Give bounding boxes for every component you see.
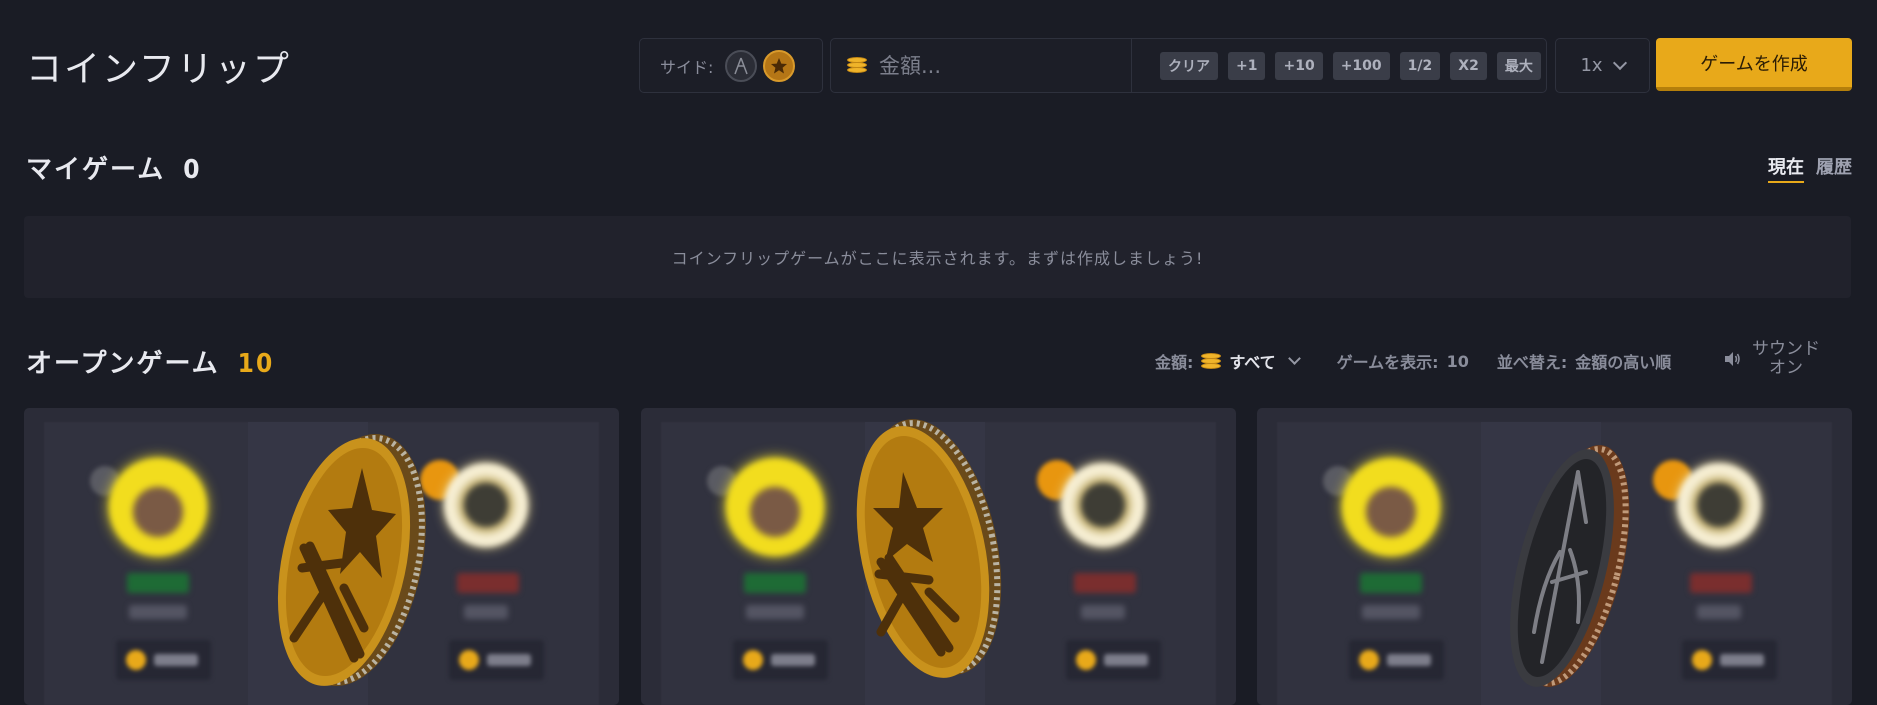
coin-icon [1201, 351, 1222, 371]
lose-chance-badge [457, 573, 519, 593]
half-button[interactable]: 1/2 [1399, 51, 1441, 80]
quick-amount-buttons: クリア +1 +10 +100 1/2 X2 最大 [1132, 51, 1541, 80]
amount-input[interactable] [879, 53, 1109, 78]
my-games-tabs: 現在 履歴 [1768, 153, 1852, 183]
ct-coin-icon [1510, 445, 1630, 687]
my-games-count: 0 [183, 155, 202, 185]
avatar [726, 458, 824, 556]
bet-value [733, 640, 828, 680]
show-games-count: 10 [1446, 351, 1469, 371]
avatar [1342, 458, 1440, 556]
my-games-title: マイゲーム [26, 155, 166, 185]
bet-value [1349, 640, 1444, 680]
avatar [1677, 463, 1761, 547]
plus-10-button[interactable]: +10 [1275, 51, 1323, 80]
side-selector: サイド: [639, 38, 823, 93]
avatar [1061, 463, 1145, 547]
open-games-title: オープンゲーム [26, 349, 220, 379]
win-chance-badge [744, 573, 806, 593]
plus-1-button[interactable]: +1 [1228, 51, 1266, 80]
avatar [109, 458, 207, 556]
lose-chance-badge [1074, 573, 1136, 593]
ct-side-icon[interactable] [725, 49, 758, 82]
my-games-empty-panel: コインフリップゲームがここに表示されます。まずは作成しましょう! [24, 216, 1851, 298]
amount-panel: クリア +1 +10 +100 1/2 X2 最大 [830, 38, 1547, 93]
open-games-filters: 金額: すべて ゲームを表示: 10 並べ替え: 金額の高い順 [1155, 349, 1671, 373]
player-name [1697, 605, 1741, 619]
page-title: コインフリップ [26, 49, 291, 90]
my-games-heading: マイゲーム 0 [26, 149, 202, 186]
clear-button[interactable]: クリア [1160, 51, 1218, 80]
max-button[interactable]: 最大 [1496, 51, 1541, 80]
amount-filter-label: 金額: [1155, 353, 1194, 372]
tab-history[interactable]: 履歴 [1816, 153, 1852, 183]
game-card[interactable] [1257, 408, 1852, 705]
create-game-button[interactable]: ゲームを作成 [1656, 38, 1852, 91]
chevron-down-icon [1287, 352, 1301, 365]
t-side-icon[interactable] [763, 49, 796, 82]
lose-chance-badge [1690, 573, 1752, 593]
sort-label: 並べ替え: [1496, 353, 1568, 372]
sound-toggle[interactable]: サウンド オン [1722, 340, 1820, 378]
game-card[interactable] [24, 408, 619, 705]
t-star-icon [771, 57, 788, 73]
amount-field-wrap [831, 39, 1132, 92]
player-name [746, 605, 804, 619]
open-games-count: 10 [237, 349, 275, 379]
plus-100-button[interactable]: +100 [1332, 51, 1390, 80]
bet-value [1066, 640, 1161, 680]
chevron-down-icon [1612, 55, 1627, 71]
side-label: サイド: [660, 57, 714, 77]
player-name [129, 605, 187, 619]
player-name [464, 605, 508, 619]
multiplier-dropdown[interactable]: 1x [1555, 38, 1650, 93]
amount-filter-dropdown[interactable]: 金額: すべて [1155, 349, 1301, 373]
bet-value [1682, 640, 1777, 680]
ct-emblem-icon [734, 57, 749, 74]
win-chance-badge [127, 573, 189, 593]
t-coin-icon [856, 419, 1002, 678]
speaker-icon [1725, 352, 1740, 366]
win-chance-badge [1360, 573, 1422, 593]
bet-value [116, 640, 211, 680]
player-name [1362, 605, 1420, 619]
sound-label: サウンド オン [1752, 340, 1820, 378]
tab-current[interactable]: 現在 [1768, 153, 1804, 183]
bet-value [449, 640, 544, 680]
avatar [444, 463, 528, 547]
player-name [1081, 605, 1125, 619]
double-button[interactable]: X2 [1450, 51, 1487, 80]
show-games-label: ゲームを表示: [1336, 353, 1439, 372]
sort-value: 金額の高い順 [1575, 353, 1672, 372]
show-games-dropdown[interactable]: ゲームを表示: 10 [1337, 349, 1469, 373]
game-card[interactable] [641, 408, 1236, 705]
empty-message: コインフリップゲームがここに表示されます。まずは作成しましょう! [671, 249, 1204, 268]
open-games-heading: オープンゲーム 10 [26, 343, 274, 380]
sort-dropdown[interactable]: 並べ替え: 金額の高い順 [1497, 349, 1671, 373]
coin-icon [847, 56, 867, 76]
sound-label-line1: サウンド [1752, 339, 1820, 359]
t-coin-icon [277, 434, 426, 686]
sound-label-line2: オン [1769, 358, 1803, 378]
multiplier-value: 1x [1580, 55, 1603, 76]
amount-filter-value: すべて [1229, 353, 1276, 372]
